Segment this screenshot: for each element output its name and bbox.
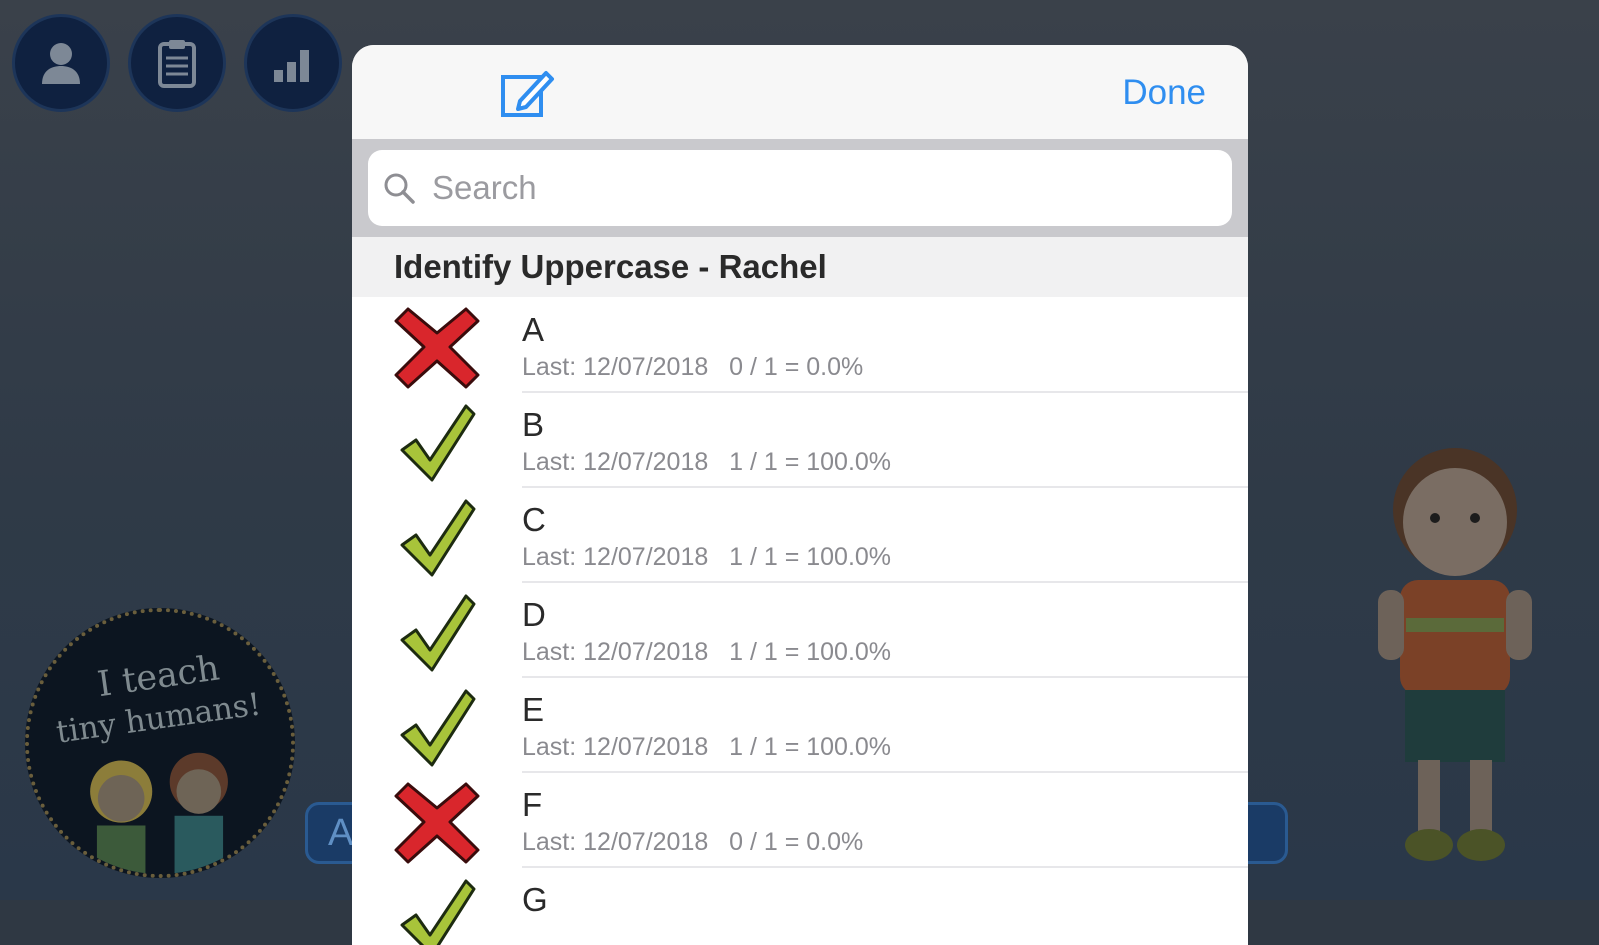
boy-character-illustration xyxy=(1378,448,1532,861)
cross-icon xyxy=(394,782,480,864)
search-input[interactable] xyxy=(430,168,1232,208)
cross-icon xyxy=(394,307,480,389)
skill-row-text: E Last: 12/07/2018 1 / 1 = 100.0% xyxy=(522,677,1248,773)
skill-stats: Last: 12/07/2018 1 / 1 = 100.0% xyxy=(522,733,892,761)
skill-row[interactable]: G xyxy=(352,867,1248,945)
result-mark xyxy=(392,778,482,866)
reports-button[interactable] xyxy=(244,14,342,112)
skill-stats: Last: 12/07/2018 0 / 1 = 0.0% xyxy=(522,828,864,856)
result-mark xyxy=(392,588,482,676)
skill-letter: B xyxy=(522,406,545,443)
done-button[interactable]: Done xyxy=(1122,73,1206,113)
skill-letter: E xyxy=(522,691,545,728)
checkmark-icon xyxy=(400,689,476,767)
skill-row-text: G xyxy=(522,867,1248,945)
checkmark-icon xyxy=(400,404,476,482)
skill-row[interactable]: F Last: 12/07/2018 0 / 1 = 0.0% xyxy=(352,772,1248,868)
skill-letter: G xyxy=(522,881,548,918)
skill-row[interactable]: B Last: 12/07/2018 1 / 1 = 100.0% xyxy=(352,392,1248,488)
skill-row-text: D Last: 12/07/2018 1 / 1 = 100.0% xyxy=(522,582,1248,678)
search-bar xyxy=(352,139,1248,237)
student-profile-button[interactable] xyxy=(12,14,110,112)
peek-button-left-label: A xyxy=(328,812,354,854)
skill-stats: Last: 12/07/2018 1 / 1 = 100.0% xyxy=(522,638,892,666)
skill-stats: Last: 12/07/2018 1 / 1 = 100.0% xyxy=(522,448,892,476)
skill-row-text: A Last: 12/07/2018 0 / 1 = 0.0% xyxy=(522,297,1248,393)
clipboard-icon xyxy=(158,40,196,88)
skill-letter: D xyxy=(522,596,546,633)
skill-stats: Last: 12/07/2018 1 / 1 = 100.0% xyxy=(522,543,892,571)
skill-letter: F xyxy=(522,786,543,823)
skills-popover: Done Identify Uppercase - Rachel A Last: … xyxy=(352,45,1248,945)
checkmark-icon xyxy=(400,879,476,945)
i-teach-tiny-humans-logo: I teach tiny humans! xyxy=(25,608,295,878)
checkmark-icon xyxy=(400,499,476,577)
popover-header: Done xyxy=(352,45,1248,139)
skill-row-text: C Last: 12/07/2018 1 / 1 = 100.0% xyxy=(522,487,1248,583)
skill-row[interactable]: A Last: 12/07/2018 0 / 1 = 0.0% xyxy=(352,297,1248,393)
clipboard-button[interactable] xyxy=(128,14,226,112)
search-field-container[interactable] xyxy=(368,150,1232,226)
result-mark xyxy=(392,873,482,945)
skill-list: A Last: 12/07/2018 0 / 1 = 0.0% B Last: 12/… xyxy=(352,297,1248,945)
skill-row-text: B Last: 12/07/2018 1 / 1 = 100.0% xyxy=(522,392,1248,488)
skill-row-text: F Last: 12/07/2018 0 / 1 = 0.0% xyxy=(522,772,1248,868)
section-title: Identify Uppercase - Rachel xyxy=(352,237,1248,297)
result-mark xyxy=(392,303,482,391)
skill-row[interactable]: E Last: 12/07/2018 1 / 1 = 100.0% xyxy=(352,677,1248,773)
result-mark xyxy=(392,493,482,581)
skill-letter: A xyxy=(522,311,545,348)
skill-letter: C xyxy=(522,501,546,538)
bar-chart-icon xyxy=(274,50,309,82)
skill-row[interactable]: C Last: 12/07/2018 1 / 1 = 100.0% xyxy=(352,487,1248,583)
result-mark xyxy=(392,683,482,771)
compose-icon[interactable] xyxy=(500,67,556,119)
skill-stats: Last: 12/07/2018 0 / 1 = 0.0% xyxy=(522,353,864,381)
search-icon xyxy=(384,173,415,204)
checkmark-icon xyxy=(400,594,476,672)
skill-row[interactable]: D Last: 12/07/2018 1 / 1 = 100.0% xyxy=(352,582,1248,678)
result-mark xyxy=(392,398,482,486)
person-icon xyxy=(42,43,80,84)
